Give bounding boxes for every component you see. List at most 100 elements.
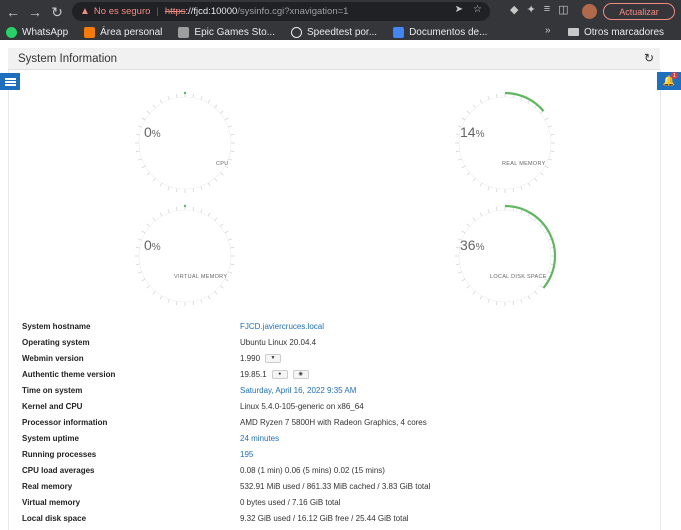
notifications-button[interactable]: 🔔 1 [657,72,681,90]
separator: | [156,6,159,17]
download-icon[interactable]: ▼ [265,353,282,363]
palette-icon[interactable]: ◉ [292,369,309,379]
gauge-tick [230,263,235,266]
bookmark-label: Speedtest por... [307,26,378,38]
gauge-tick [495,301,498,306]
gauge-tick [192,188,195,193]
puzzle-icon[interactable]: ✦ [526,3,535,16]
moodle-icon [84,26,96,38]
refresh-icon[interactable]: ↻ [644,51,654,65]
gauge-tick [175,93,178,98]
send-icon[interactable]: ➤ [455,4,463,15]
gauge-tick [487,95,490,100]
gauge-tick [137,125,142,128]
more-bookmarks-icon[interactable]: » [545,25,551,36]
gauge-tick [200,208,203,213]
address-bar[interactable]: ▲ No es seguro | https ://fjcd:10000 /sy… [72,2,490,21]
gauge-tick [219,110,224,114]
gauge-tick [219,172,224,176]
gauge-tick [207,99,211,104]
gauge-tick [548,158,553,161]
gauge-tick [520,186,523,191]
browser-toolbar: ← → ↻ ▲ No es seguro | https ://fjcd:100… [0,0,681,24]
extension-icon[interactable]: ◆ [510,3,518,16]
row-value: 0.08 (1 min) 0.06 (5 mins) 0.02 (15 mins… [240,465,385,475]
row-value: 532.91 MiB used / 861.33 MiB cached / 3.… [240,481,431,491]
back-icon[interactable]: ← [2,1,24,23]
row-label: Processor information [22,417,108,427]
gauge-tick [167,299,170,304]
bookmark-speedtest[interactable]: Speedtest por... [291,26,378,38]
gauge-tick [135,133,140,136]
gauge-tick [167,186,170,191]
webmin-version: 1.990 [240,353,261,363]
bookmark-label: Epic Games Sto... [194,26,275,38]
star-icon[interactable]: ☆ [473,4,482,15]
gauge-tick [230,150,235,153]
uptime-link[interactable]: 24 minutes [240,434,279,443]
gauge-dial [455,204,557,306]
menu-toggle-button[interactable] [0,73,20,90]
processes-link[interactable]: 195 [240,450,253,459]
row-value: Linux 5.4.0-105-generic on x86_64 [240,401,364,411]
bookmark-epic-games[interactable]: Epic Games Sto... [178,26,275,38]
gauge-tick [137,158,142,161]
playlist-icon[interactable]: ≡ [544,3,550,16]
gauge-tick [466,285,471,289]
time-link[interactable]: Saturday, April 16, 2022 9:35 AM [240,386,356,395]
bookmark-whatsapp[interactable]: WhatsApp [6,26,69,38]
info-icon[interactable]: ● [271,369,288,379]
row-value: 1.990 ▼ [240,353,282,363]
virtual-memory-gauge: 0% VIRTUAL MEMORY [120,203,250,309]
gauge-tick [200,299,203,304]
gauge-label: CPU [216,161,229,167]
url-host: ://fjcd:10000 [185,6,238,17]
bookmark-label: WhatsApp [22,26,69,38]
gauge-tick [152,104,156,109]
bookmark-documentos[interactable]: Documentos de... [393,26,488,38]
gauge-value: 14% [460,124,485,140]
other-bookmarks[interactable]: Otros marcadores [568,24,664,40]
gauge-tick [228,158,233,161]
gauge-tick [192,301,195,306]
update-button[interactable]: Actualizar [603,3,675,20]
row-value: 9.32 GiB used / 16.12 GiB free / 25.44 G… [240,513,409,523]
profile-avatar[interactable] [582,4,597,19]
divider [8,70,9,530]
row-value: 0 bytes used / 7.16 GiB total [240,497,341,507]
gauge-tick [152,290,156,295]
gauge-tick [219,285,224,289]
row-label: Local disk space [22,513,87,523]
gauge-tick [200,186,203,191]
sidepanel-icon[interactable]: ◫ [558,3,568,16]
info-row-virtual-memory: Virtual memory 0 bytes used / 7.16 GiB t… [22,494,642,510]
info-row-hostname: System hostname FJCD.javiercruces.local [22,318,642,334]
gauge-dial [135,91,235,193]
gauge-tick [495,188,498,193]
gauge-tick [550,133,555,136]
gauge-tick [228,238,233,241]
real-memory-gauge: 14% REAL MEMORY [440,90,570,196]
gauge-dial [135,204,235,306]
folder-icon [568,28,579,36]
gauge-tick [224,230,229,234]
gauge-tick [466,223,471,227]
row-label: CPU load averages [22,465,95,475]
forward-icon[interactable]: → [24,1,46,23]
bookmark-label: Documentos de... [409,26,488,38]
gauge-tick [550,150,555,153]
gauge-tick [527,182,531,187]
gauge-tick [159,295,163,300]
gauge-tick [141,117,146,121]
bookmark-area-personal[interactable]: Área personal [84,26,162,38]
gauge-tick [146,285,151,289]
gauge-progress-dot [183,91,187,95]
other-bookmarks-label: Otros marcadores [584,26,665,38]
reload-icon[interactable]: ↻ [46,1,68,23]
gauge-tick [527,295,531,300]
gauge-tick [479,295,483,300]
gauge-tick [167,208,170,213]
hostname-link[interactable]: FJCD.javiercruces.local [240,322,324,331]
gauge-tick [479,212,483,217]
info-row-time: Time on system Saturday, April 16, 2022 … [22,382,642,398]
